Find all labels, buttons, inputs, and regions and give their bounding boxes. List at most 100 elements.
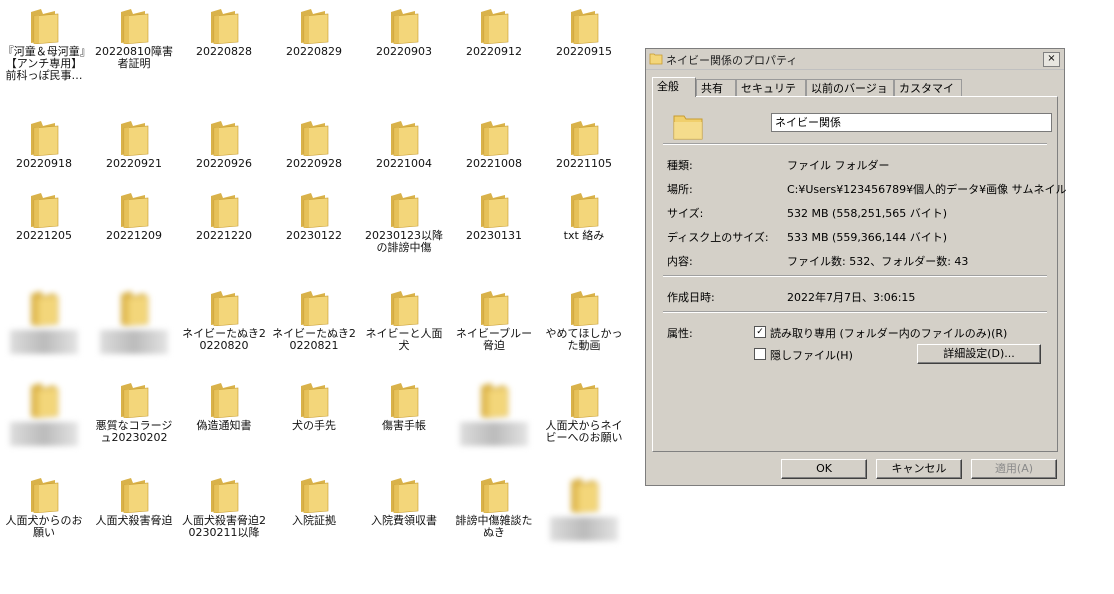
folder-label: 人面犬殺害脅迫20230211以降 — [182, 514, 266, 539]
folder-item[interactable]: 人面犬殺害脅迫 — [90, 477, 178, 527]
folder-item[interactable]: 20220928 — [270, 120, 358, 170]
readonly-checkbox[interactable]: ✓ — [754, 326, 766, 338]
folder-label: 20220926 — [196, 157, 252, 170]
contents-value: ファイル数: 532、フォルダー数: 43 — [787, 255, 969, 268]
folder-item[interactable]: 20230131 — [450, 192, 538, 242]
folder-item[interactable]: 人面犬からのお願い — [0, 477, 88, 539]
folder-item[interactable] — [450, 382, 538, 446]
folder-item[interactable]: 20220912 — [450, 8, 538, 58]
folder-item[interactable]: 誹謗中傷雑談たぬき — [450, 477, 538, 539]
folder-item[interactable]: 20220918 — [0, 120, 88, 170]
folder-item[interactable]: ネイビーと人面犬 — [360, 290, 448, 352]
tab-customize[interactable]: カスタマイズ — [894, 79, 962, 112]
folder-label: 人面犬からネイビーへのお願い — [545, 419, 623, 444]
folder-icon — [31, 121, 59, 156]
folder-item[interactable]: 20221008 — [450, 120, 538, 170]
folder-item[interactable]: 20230122 — [270, 192, 358, 242]
folder-item[interactable]: 20221004 — [360, 120, 448, 170]
folder-icon — [211, 291, 239, 326]
type-value: ファイル フォルダー — [787, 159, 890, 172]
folder-icon — [31, 383, 59, 418]
size-on-disk-value: 533 MB (559,366,144 バイト) — [787, 231, 948, 244]
ok-button[interactable]: OK — [781, 459, 867, 479]
folder-item[interactable] — [0, 290, 88, 354]
folder-label: 20220918 — [16, 157, 72, 170]
folder-label: 20230123以降の誹謗中傷 — [365, 229, 443, 254]
folder-icon — [211, 478, 239, 513]
folder-label: 人面犬殺害脅迫 — [95, 514, 173, 527]
folder-label: 人面犬からのお願い — [5, 514, 83, 539]
folder-item[interactable]: txt 絡み — [540, 192, 628, 242]
folder-item[interactable]: 20220810障害者証明 — [90, 8, 178, 70]
folder-item[interactable]: 人面犬殺害脅迫20230211以降 — [180, 477, 268, 539]
folder-label — [10, 330, 78, 354]
folder-item[interactable]: ネイビーたぬき20220820 — [180, 290, 268, 352]
folder-label: 20221209 — [106, 229, 162, 242]
hidden-checkbox[interactable] — [754, 348, 766, 360]
tab-sharing[interactable]: 共有 — [696, 79, 736, 96]
advanced-button[interactable]: 詳細設定(D)... — [917, 344, 1041, 364]
folder-label: 偽造通知書 — [196, 419, 252, 432]
folder-item[interactable]: 『河童＆母河童』【アンチ専用】前科っぽ民事… — [0, 8, 88, 82]
folder-item[interactable] — [90, 290, 178, 354]
folder-icon — [121, 383, 149, 418]
size-on-disk-label: ディスク上のサイズ: — [667, 231, 769, 244]
cancel-button[interactable]: キャンセル — [876, 459, 962, 479]
folder-item[interactable]: 犬の手先 — [270, 382, 358, 432]
folder-label: ネイビーたぬき20220820 — [182, 327, 266, 352]
folder-label: ネイビーブルー脅迫 — [455, 327, 533, 352]
folder-item[interactable]: 悪質なコラージュ20230202 — [90, 382, 178, 444]
hidden-label: 隠しファイル(H) — [770, 349, 853, 362]
folder-icon — [31, 291, 59, 326]
folder-icon — [121, 291, 149, 326]
folder-icon — [31, 478, 59, 513]
close-button[interactable]: × — [1043, 52, 1060, 67]
folder-item[interactable]: 偽造通知書 — [180, 382, 268, 432]
folder-item[interactable]: やめてほしかった動画 — [540, 290, 628, 352]
folder-item[interactable]: 20220926 — [180, 120, 268, 170]
folder-item[interactable]: 20220828 — [180, 8, 268, 58]
tab-security[interactable]: セキュリティ — [736, 79, 806, 112]
folder-icon — [571, 383, 599, 418]
folder-icon — [571, 478, 599, 513]
tab-general[interactable]: 全般 — [652, 77, 696, 97]
folder-item[interactable] — [0, 382, 88, 446]
folder-item[interactable]: 20220921 — [90, 120, 178, 170]
folder-item[interactable]: 20221220 — [180, 192, 268, 242]
folder-icon — [301, 478, 329, 513]
folder-item[interactable]: ネイビーブルー脅迫 — [450, 290, 538, 352]
folder-item[interactable] — [540, 477, 628, 541]
folder-label: 20221004 — [376, 157, 432, 170]
folder-icon — [391, 478, 419, 513]
folder-item[interactable]: 20221105 — [540, 120, 628, 170]
created-value: 2022年7月7日、3:06:15 — [787, 291, 916, 304]
folder-icon — [31, 9, 59, 44]
folder-item[interactable]: ネイビーたぬき20220821 — [270, 290, 358, 352]
properties-dialog: ネイビー関係のプロパティ × 全般 共有 セキュリティ 以前のバージョン カスタ… — [645, 48, 1066, 486]
folder-item[interactable]: 入院費領収書 — [360, 477, 448, 527]
folder-label: 20220912 — [466, 45, 522, 58]
folder-icon — [571, 121, 599, 156]
dialog-titlebar[interactable]: ネイビー関係のプロパティ × — [646, 49, 1064, 70]
folder-item[interactable]: 人面犬からネイビーへのお願い — [540, 382, 628, 444]
folder-label: 入院証拠 — [292, 514, 336, 527]
tab-previous-versions[interactable]: 以前のバージョン — [806, 79, 894, 112]
folder-item[interactable]: 傷害手帳 — [360, 382, 448, 432]
folder-label: 20220921 — [106, 157, 162, 170]
folder-label: 20220828 — [196, 45, 252, 58]
apply-button[interactable]: 適用(A) — [971, 459, 1057, 479]
folder-label: 20220915 — [556, 45, 612, 58]
folder-item[interactable]: 20230123以降の誹謗中傷 — [360, 192, 448, 254]
folder-item[interactable]: 20220915 — [540, 8, 628, 58]
folder-icon — [481, 478, 509, 513]
folder-label: 20221220 — [196, 229, 252, 242]
folder-label: 『河童＆母河童』【アンチ専用】前科っぽ民事… — [2, 45, 86, 82]
folder-name-field[interactable]: ネイビー関係 — [771, 113, 1052, 132]
folder-item[interactable]: 20221209 — [90, 192, 178, 242]
created-label: 作成日時: — [667, 291, 715, 304]
folder-item[interactable]: 入院証拠 — [270, 477, 358, 527]
folder-item[interactable]: 20220903 — [360, 8, 448, 58]
folder-icon — [121, 121, 149, 156]
folder-item[interactable]: 20221205 — [0, 192, 88, 242]
folder-item[interactable]: 20220829 — [270, 8, 358, 58]
